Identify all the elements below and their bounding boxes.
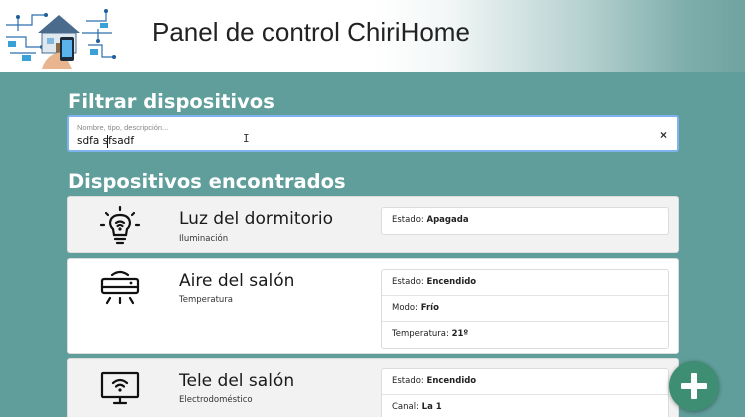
app-title: Panel de control ChiriHome	[152, 17, 470, 47]
property-label: Modo:	[392, 303, 421, 313]
device-name: Luz del dormitorio	[179, 209, 333, 229]
property-label: Estado:	[392, 277, 427, 287]
device-card[interactable]: Tele del salón Electrodoméstico Estado: …	[67, 358, 679, 417]
add-device-button[interactable]	[669, 361, 719, 411]
property-value: Encendido	[426, 376, 477, 386]
property-row: Estado: Encendido	[382, 270, 668, 296]
property-value: Encendido	[426, 277, 477, 287]
plus-icon	[681, 373, 707, 399]
device-card[interactable]: Aire del salón Temperatura Estado: Encen…	[67, 258, 679, 354]
device-properties: Estado: Apagada	[381, 207, 669, 235]
device-type: Iluminación	[179, 234, 229, 244]
air-conditioner-icon	[100, 270, 140, 305]
property-value: 21º	[451, 329, 469, 339]
property-label: Estado:	[392, 215, 427, 225]
property-row: Estado: Apagada	[382, 208, 668, 234]
lightbulb-icon	[99, 205, 141, 245]
device-properties: Estado: Encendido Modo: Frío Temperatura…	[381, 269, 669, 349]
device-properties: Estado: Encendido Canal: La 1	[381, 368, 669, 417]
smart-home-logo	[2, 3, 116, 69]
property-row: Modo: Frío	[382, 296, 668, 322]
device-name: Tele del salón	[179, 371, 295, 391]
property-value: Apagada	[426, 215, 469, 225]
text-cursor-icon: I	[243, 132, 250, 145]
filter-heading: Filtrar dispositivos	[68, 90, 275, 113]
property-value: La 1	[421, 402, 442, 412]
property-label: Canal:	[392, 402, 422, 412]
device-card[interactable]: Luz del dormitorio Iluminación Estado: A…	[67, 196, 679, 253]
property-label: Estado:	[392, 376, 427, 386]
property-label: Temperatura:	[392, 329, 452, 339]
smart-tv-icon	[100, 371, 140, 405]
results-heading: Dispositivos encontrados	[68, 170, 346, 193]
device-name: Aire del salón	[179, 271, 295, 291]
device-type: Temperatura	[179, 295, 234, 305]
device-type: Electrodoméstico	[179, 395, 253, 405]
property-row: Temperatura: 21º	[382, 322, 668, 348]
clear-filter-button[interactable]: ×	[660, 128, 667, 142]
filter-input[interactable]: Nombre, tipo, descripción... sdfa sfsadf…	[67, 115, 679, 152]
filter-input-value[interactable]: sdfa sfsadf	[77, 135, 134, 147]
app-header: Panel de control ChiriHome	[0, 0, 745, 72]
text-caret	[107, 135, 108, 148]
property-row: Canal: La 1	[382, 395, 668, 417]
property-value: Frío	[420, 303, 439, 313]
filter-placeholder-label: Nombre, tipo, descripción...	[77, 123, 169, 132]
property-row: Estado: Encendido	[382, 369, 668, 395]
